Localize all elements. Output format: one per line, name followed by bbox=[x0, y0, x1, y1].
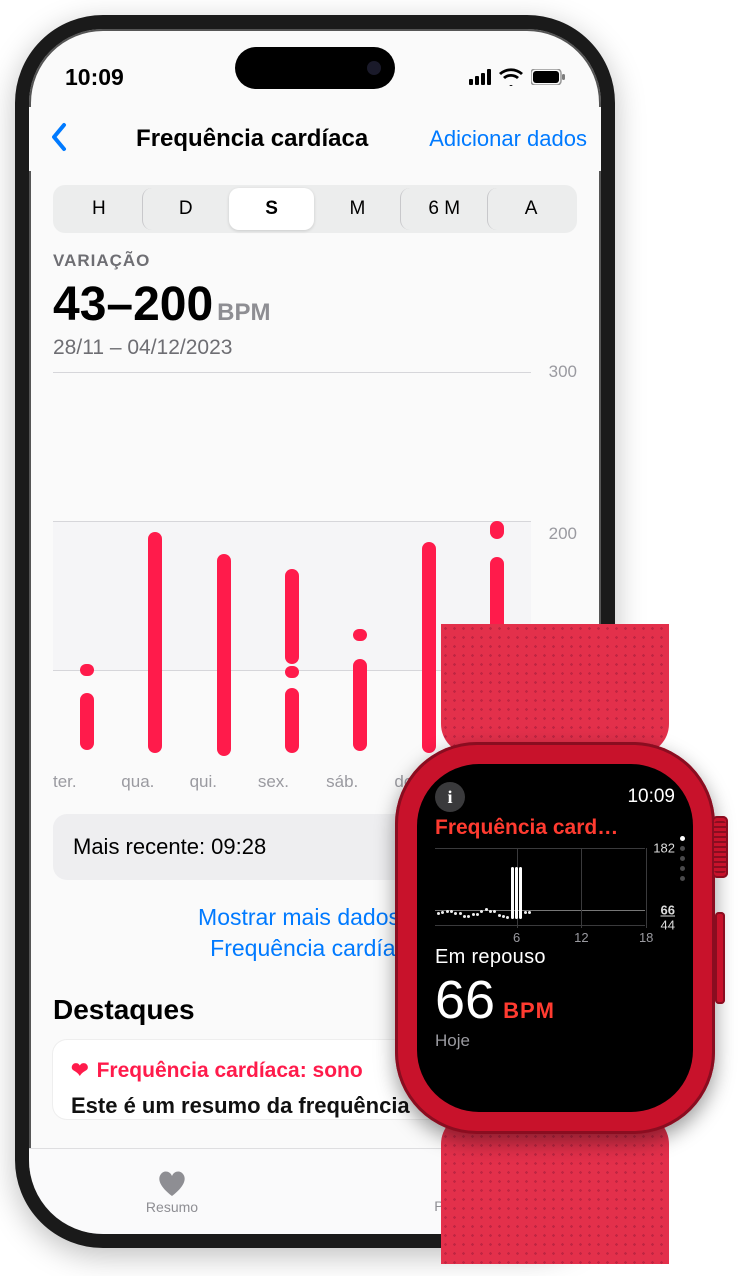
watch-app-title: Frequência card… bbox=[435, 816, 675, 840]
watch-yl-bot: 44 bbox=[661, 918, 675, 933]
nav-bar: Frequência cardíaca Adicionar dados bbox=[29, 107, 601, 171]
latest-reading-text: Mais recente: 09:28 bbox=[73, 834, 266, 859]
page-dots bbox=[680, 836, 685, 881]
segment-A[interactable]: A bbox=[487, 188, 574, 230]
watch-screen[interactable]: i 10:09 Frequência card… 182 66 44 6 12 … bbox=[417, 764, 693, 1112]
tab-share-label: Partilha bbox=[434, 1198, 481, 1214]
x-tick-qua.: qua. bbox=[121, 772, 189, 792]
digital-crown[interactable] bbox=[712, 816, 728, 878]
segment-D[interactable]: D bbox=[142, 188, 229, 230]
info-icon[interactable]: i bbox=[435, 782, 465, 812]
x-tick-sáb.: sáb. bbox=[326, 772, 394, 792]
x-tick-qui.: qui. bbox=[190, 772, 258, 792]
time-range-segmented-control[interactable]: HDSM6 MA bbox=[53, 185, 577, 233]
watch-time: 10:09 bbox=[627, 786, 675, 808]
watch-reading-value: 66 BPM bbox=[435, 969, 675, 1031]
heart-icon bbox=[156, 1169, 188, 1197]
highlight-head: Frequência cardíaca: sono bbox=[97, 1059, 363, 1083]
battery-icon bbox=[531, 69, 565, 85]
add-data-button[interactable]: Adicionar dados bbox=[429, 126, 587, 152]
range-unit: BPM bbox=[217, 299, 270, 326]
watch-xl-2: 18 bbox=[639, 930, 653, 945]
side-button[interactable] bbox=[715, 912, 725, 1004]
watch-yl-mid: 66 bbox=[661, 903, 675, 918]
segment-6 M[interactable]: 6 M bbox=[400, 188, 487, 230]
y-tick-200: 200 bbox=[535, 524, 577, 544]
watch-reading-sub: Hoje bbox=[435, 1031, 675, 1051]
watch-chart: 182 66 44 6 12 18 bbox=[435, 848, 675, 942]
tab-summary-label: Resumo bbox=[146, 1199, 198, 1215]
watch-value-number: 66 bbox=[435, 969, 495, 1031]
range-label: VARIAÇÃO bbox=[53, 251, 577, 271]
nav-title: Frequência cardíaca bbox=[75, 125, 429, 153]
tab-share[interactable]: Partilha bbox=[315, 1149, 601, 1234]
range-value: 43–200BPM bbox=[53, 277, 577, 332]
status-time: 10:09 bbox=[65, 64, 124, 91]
people-icon bbox=[439, 1170, 477, 1196]
wifi-icon bbox=[499, 68, 523, 86]
tab-bar: Resumo Partilha bbox=[29, 1148, 601, 1234]
y-tick-300: 300 bbox=[535, 362, 577, 382]
watch-xl-0: 6 bbox=[513, 930, 520, 945]
segment-M[interactable]: M bbox=[314, 188, 400, 230]
cellular-icon bbox=[469, 69, 491, 85]
back-button[interactable] bbox=[43, 122, 75, 157]
show-more-line2: Frequência cardíaca bbox=[210, 935, 420, 961]
x-tick-ter.: ter. bbox=[53, 772, 121, 792]
dynamic-island bbox=[235, 47, 395, 89]
watch-xl-1: 12 bbox=[574, 930, 588, 945]
watch-value-unit: BPM bbox=[503, 998, 555, 1024]
y-tick-100: 100 bbox=[535, 685, 577, 705]
watch-yl-top: 182 bbox=[653, 841, 675, 856]
watch-reading-label: Em repouso bbox=[435, 946, 675, 969]
heart-rate-chart[interactable]: ter.qua.qui.sex.sáb.dom.seg. 100200300 bbox=[53, 372, 577, 792]
segment-S[interactable]: S bbox=[229, 188, 315, 230]
range-dates: 28/11 – 04/12/2023 bbox=[53, 336, 577, 360]
watch-case: i 10:09 Frequência card… 182 66 44 6 12 … bbox=[395, 742, 715, 1134]
range-value-number: 43–200 bbox=[53, 278, 213, 331]
tab-summary[interactable]: Resumo bbox=[29, 1149, 315, 1234]
segment-H[interactable]: H bbox=[56, 188, 142, 230]
x-tick-sex.: sex. bbox=[258, 772, 326, 792]
heart-icon: ❤︎ bbox=[71, 1058, 89, 1083]
